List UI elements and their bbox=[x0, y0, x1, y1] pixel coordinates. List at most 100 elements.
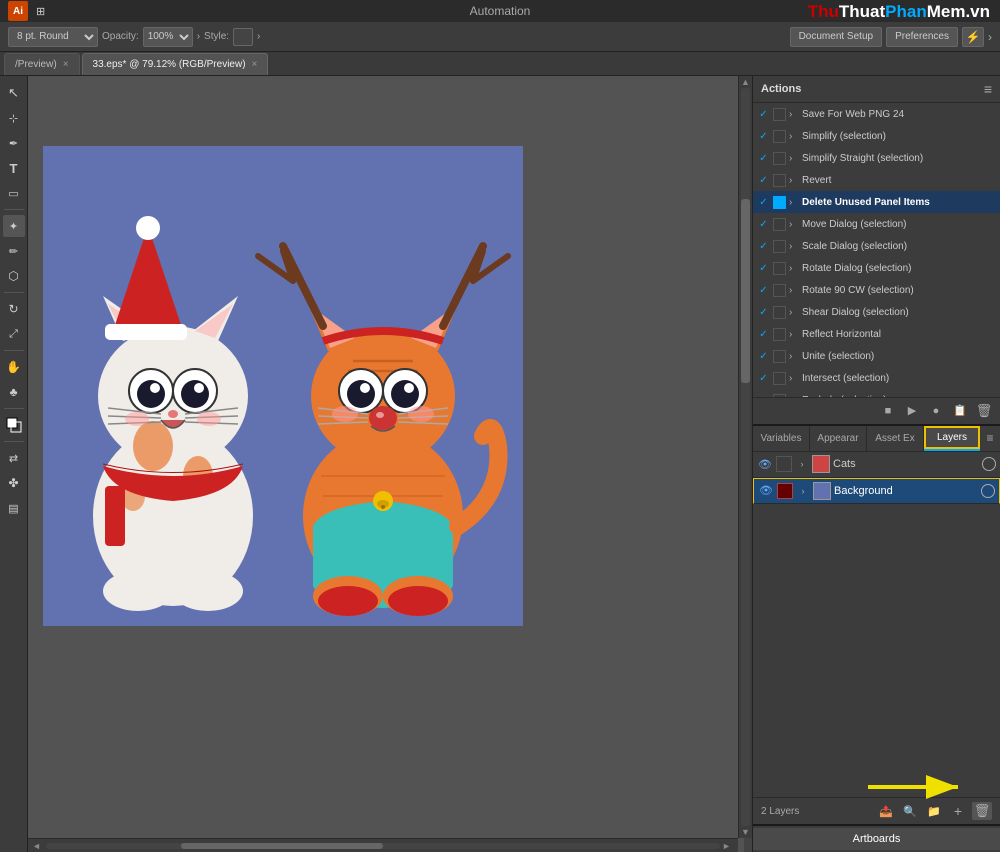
tool-fill[interactable] bbox=[3, 414, 25, 436]
v-scroll-track[interactable] bbox=[741, 88, 750, 826]
tool-scale[interactable]: ⤢ bbox=[3, 323, 25, 345]
layer-target-bg[interactable] bbox=[981, 484, 995, 498]
branding: ThuThuatPhanMem.vn bbox=[808, 2, 990, 22]
tab-active-close[interactable]: × bbox=[252, 59, 258, 70]
opacity-select[interactable]: 100% bbox=[143, 27, 193, 47]
toolbar-expand-icon[interactable]: › bbox=[988, 30, 992, 44]
tool-graph[interactable]: ▤ bbox=[3, 497, 25, 519]
layer-lock-cats[interactable] bbox=[776, 456, 792, 472]
new-action-btn[interactable]: 📋 bbox=[950, 402, 970, 420]
tab-bar: /Preview) × 33.eps* @ 79.12% (RGB/Previe… bbox=[0, 52, 1000, 76]
v-scrollbar[interactable]: ▲ ▼ bbox=[738, 76, 752, 838]
tool-hand[interactable]: ✋ bbox=[3, 356, 25, 378]
action-row[interactable]: ✓ › Save For Web PNG 24 bbox=[753, 103, 1000, 125]
preferences-button[interactable]: Preferences bbox=[886, 27, 958, 47]
action-row[interactable]: ✓ › Rotate Dialog (selection) bbox=[753, 257, 1000, 279]
tool-swap[interactable]: ⇄ bbox=[3, 447, 25, 469]
arrow-2: › bbox=[789, 131, 799, 142]
layer-row-background[interactable]: 👁 › Background bbox=[753, 478, 1000, 504]
action-row[interactable]: ✓ › Revert bbox=[753, 169, 1000, 191]
tool-select[interactable]: ↖ bbox=[3, 82, 25, 104]
tab-preview-close[interactable]: × bbox=[63, 59, 69, 70]
layers-panel: 👁 › Cats 👁 › Background bbox=[753, 452, 1000, 504]
action-name-4: Revert bbox=[802, 175, 831, 186]
h-scroll-left[interactable]: ◄ bbox=[32, 841, 44, 851]
h-scroll-right[interactable]: ► bbox=[722, 841, 734, 851]
tool-symbol[interactable]: ✤ bbox=[3, 472, 25, 494]
document-setup-button[interactable]: Document Setup bbox=[790, 27, 883, 47]
make-sublayer-btn[interactable]: 📤 bbox=[876, 802, 896, 820]
tool-shape[interactable]: ▭ bbox=[3, 182, 25, 204]
collect-in-layer-btn[interactable]: 📁 bbox=[924, 802, 944, 820]
stop-btn[interactable]: ■ bbox=[878, 402, 898, 420]
action-name-8: Rotate Dialog (selection) bbox=[802, 263, 912, 274]
check-4: ✓ bbox=[757, 174, 770, 187]
tool-eraser[interactable]: ⬡ bbox=[3, 265, 25, 287]
tab-artboards[interactable]: Artboards bbox=[753, 828, 1000, 850]
actions-toolbar: ■ ▶ ● 📋 🗑 bbox=[753, 397, 1000, 424]
brush-size-select[interactable]: 8 pt. Round bbox=[8, 27, 98, 47]
delete-layer-btn[interactable]: 🗑 bbox=[972, 802, 992, 820]
record-btn[interactable]: ● bbox=[926, 402, 946, 420]
action-name-11: Reflect Horizontal bbox=[802, 329, 881, 340]
layer-visibility-bg[interactable]: 👁 bbox=[758, 483, 774, 499]
layer-visibility-cats[interactable]: 👁 bbox=[757, 456, 773, 472]
tool-rotate[interactable]: ↻ bbox=[3, 298, 25, 320]
tab-asset-export[interactable]: Asset Ex bbox=[867, 426, 924, 451]
box-5 bbox=[773, 196, 786, 209]
tool-type[interactable]: T bbox=[3, 157, 25, 179]
action-row[interactable]: ✓ › Exclude (selection) bbox=[753, 389, 1000, 397]
action-row[interactable]: ✓ › Move Dialog (selection) bbox=[753, 213, 1000, 235]
action-row[interactable]: ✓ › Simplify Straight (selection) bbox=[753, 147, 1000, 169]
layer-thumb-bg bbox=[813, 482, 831, 500]
tab-preview-label: /Preview) bbox=[15, 59, 57, 70]
check-9: ✓ bbox=[757, 284, 770, 297]
v-scroll-down[interactable]: ▼ bbox=[739, 826, 752, 838]
delete-action-btn[interactable]: 🗑 bbox=[974, 402, 994, 420]
opacity-label: Opacity: bbox=[102, 31, 139, 42]
tab-preview[interactable]: /Preview) × bbox=[4, 53, 80, 75]
new-layer-btn[interactable]: + bbox=[948, 802, 968, 820]
action-row[interactable]: ✓ › Simplify (selection) bbox=[753, 125, 1000, 147]
toolbar-extra-btn[interactable]: ⚡ bbox=[962, 27, 984, 47]
tab-active[interactable]: 33.eps* @ 79.12% (RGB/Preview) × bbox=[82, 53, 269, 75]
arrow-6: › bbox=[789, 219, 799, 230]
tool-pen[interactable]: ✒ bbox=[3, 132, 25, 154]
action-row[interactable]: ✓ › Unite (selection) bbox=[753, 345, 1000, 367]
action-row[interactable]: ✓ › Intersect (selection) bbox=[753, 367, 1000, 389]
tab-layers-label: Layers bbox=[937, 432, 967, 443]
tab-variables[interactable]: Variables bbox=[753, 426, 810, 451]
action-row[interactable]: ✓ › Scale Dialog (selection) bbox=[753, 235, 1000, 257]
actions-title: Actions bbox=[761, 83, 801, 95]
panel-options-icon[interactable]: ≡ bbox=[980, 426, 1000, 451]
action-row-highlighted[interactable]: ✓ › Delete Unused Panel Items bbox=[753, 191, 1000, 213]
play-btn[interactable]: ▶ bbox=[902, 402, 922, 420]
layer-expand-cats[interactable]: › bbox=[795, 457, 809, 471]
tool-pencil[interactable]: ✏ bbox=[3, 240, 25, 262]
canvas-area: ‹ bbox=[28, 76, 752, 852]
action-row[interactable]: ✓ › Reflect Horizontal bbox=[753, 323, 1000, 345]
arrow-3: › bbox=[789, 153, 799, 164]
tab-layers[interactable]: Layers bbox=[924, 426, 980, 451]
layer-target-cats[interactable] bbox=[982, 457, 996, 471]
arrow-11: › bbox=[789, 329, 799, 340]
layers-count: 2 Layers bbox=[761, 806, 872, 817]
layer-row-cats[interactable]: 👁 › Cats bbox=[753, 452, 1000, 478]
tool-direct-select[interactable]: ⊹ bbox=[3, 107, 25, 129]
locate-object-btn[interactable]: 🔍 bbox=[900, 802, 920, 820]
artboard bbox=[43, 146, 523, 626]
action-row[interactable]: ✓ › Shear Dialog (selection) bbox=[753, 301, 1000, 323]
arrow-5: › bbox=[789, 197, 799, 208]
style-arrow: › bbox=[257, 31, 260, 42]
v-scroll-up[interactable]: ▲ bbox=[739, 76, 752, 88]
actions-menu-icon[interactable]: ≡ bbox=[984, 81, 992, 97]
left-toolbar: ↖ ⊹ ✒ T ▭ ✦ ✏ ⬡ ↻ ⤢ ✋ ♣ ⇄ ✤ ▤ bbox=[0, 76, 28, 852]
action-row[interactable]: ✓ › Rotate 90 CW (selection) bbox=[753, 279, 1000, 301]
layer-expand-bg[interactable]: › bbox=[796, 484, 810, 498]
layer-lock-bg[interactable] bbox=[777, 483, 793, 499]
h-scrollbar[interactable]: ◄ ► bbox=[28, 838, 738, 852]
tab-appearance[interactable]: Appearar bbox=[810, 426, 867, 451]
tool-zoom[interactable]: ♣ bbox=[3, 381, 25, 403]
tool-paintbrush[interactable]: ✦ bbox=[3, 215, 25, 237]
h-scroll-track[interactable] bbox=[46, 843, 720, 849]
